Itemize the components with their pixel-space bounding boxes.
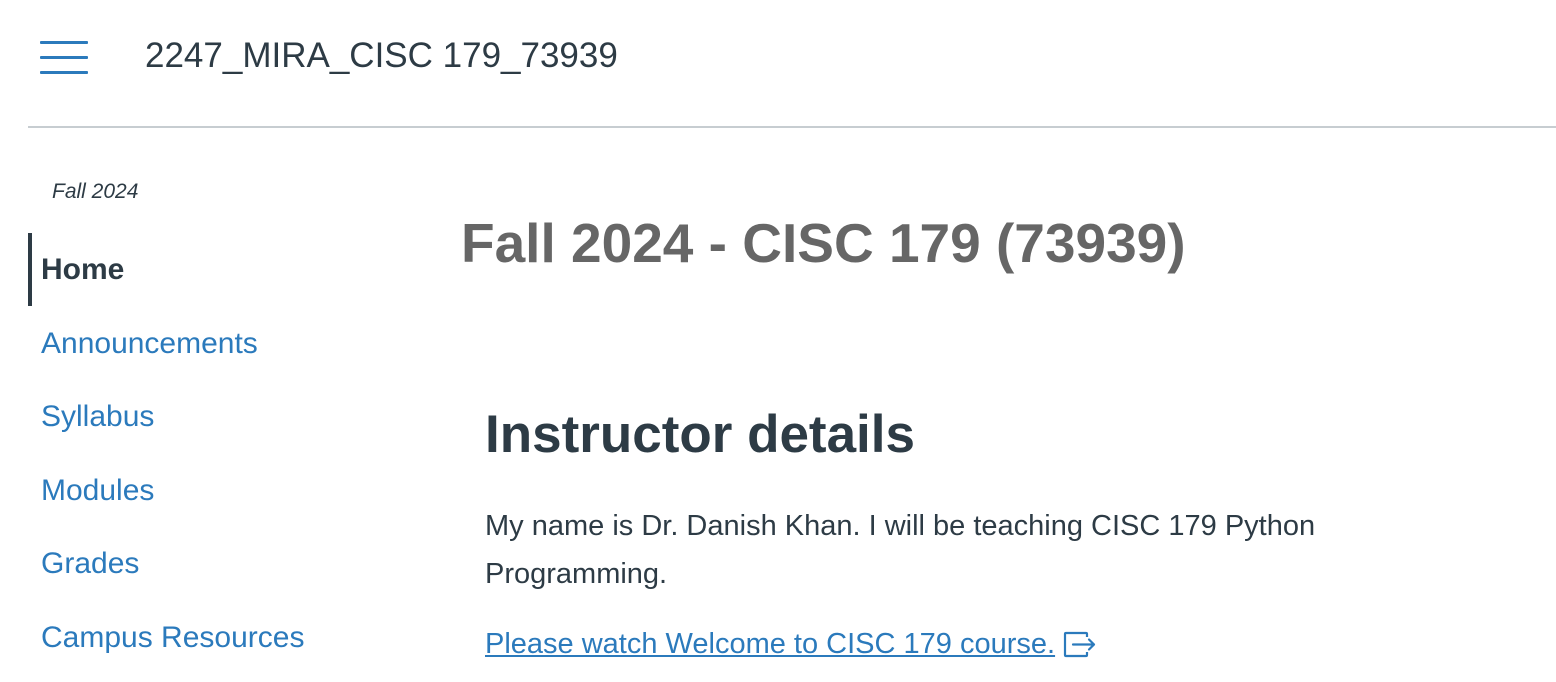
external-link-icon (1063, 632, 1096, 658)
menu-bar (40, 56, 88, 59)
sidebar-item-home[interactable]: Home (28, 233, 408, 307)
sidebar-item-grades[interactable]: Grades (28, 527, 408, 601)
sidebar-item-modules[interactable]: Modules (28, 454, 408, 528)
header-divider (28, 126, 1556, 128)
hamburger-menu-icon[interactable] (40, 41, 88, 75)
term-label: Fall 2024 (52, 180, 139, 203)
section-heading: Instructor details (485, 405, 915, 464)
page-title: Fall 2024 - CISC 179 (73939) (461, 212, 1186, 274)
instructor-intro-text: My name is Dr. Danish Khan. I will be te… (485, 510, 1316, 590)
course-navigation: Home Announcements Syllabus Modules Grad… (28, 233, 408, 674)
course-home-page: 2247_MIRA_CISC 179_73939 Fall 2024 Home … (0, 0, 1556, 682)
menu-bar (40, 71, 88, 74)
sidebar-item-campus-resources[interactable]: Campus Resources (28, 601, 408, 675)
menu-bar (40, 41, 88, 44)
course-header: 2247_MIRA_CISC 179_73939 (0, 0, 1556, 126)
sidebar-item-announcements[interactable]: Announcements (28, 307, 408, 381)
sidebar-item-syllabus[interactable]: Syllabus (28, 380, 408, 454)
course-code-breadcrumb[interactable]: 2247_MIRA_CISC 179_73939 (145, 36, 618, 76)
welcome-video-link[interactable]: Please watch Welcome to CISC 179 course. (485, 622, 1097, 666)
welcome-link-text: Please watch Welcome to CISC 179 course. (485, 628, 1056, 660)
